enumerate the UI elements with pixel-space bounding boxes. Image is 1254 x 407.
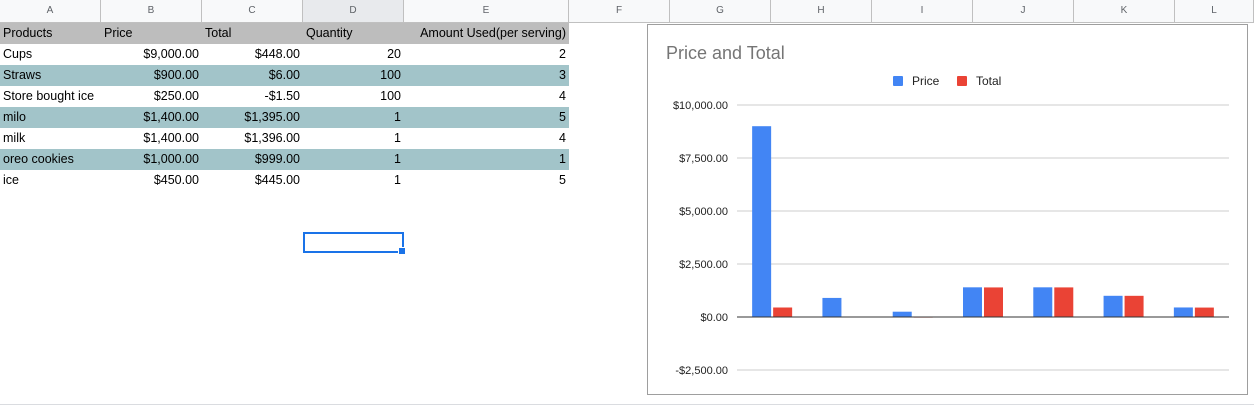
table-cell[interactable]: $1,400.00 bbox=[101, 128, 202, 149]
grid-bottom-line bbox=[0, 404, 1254, 405]
table-cell[interactable]: 3 bbox=[404, 65, 569, 86]
table-cell[interactable]: Cups bbox=[0, 44, 101, 65]
column-header-g[interactable]: G bbox=[670, 0, 771, 22]
table-cell[interactable]: $250.00 bbox=[101, 86, 202, 107]
table-cell[interactable]: 4 bbox=[404, 128, 569, 149]
legend-swatch-total bbox=[957, 76, 967, 86]
table-cell[interactable]: $450.00 bbox=[101, 170, 202, 191]
table-row: Store bought ice $250.00 -$1.50 100 4 bbox=[0, 86, 569, 107]
y-tick-label: $7,500.00 bbox=[679, 153, 728, 165]
table-row: milk $1,400.00 $1,396.00 1 4 bbox=[0, 128, 569, 149]
bar-total bbox=[773, 307, 793, 317]
table-cell[interactable]: 1 bbox=[303, 149, 404, 170]
chart-svg: Price and Total Price Total $10,000.00 $7,50… bbox=[666, 43, 1229, 377]
selected-cell[interactable] bbox=[303, 232, 406, 255]
table-header-row: Products Price Total Quantity Amount Used(pe… bbox=[0, 23, 569, 44]
table-row: Straws $900.00 $6.00 100 3 bbox=[0, 65, 569, 86]
table-cell[interactable]: 4 bbox=[404, 86, 569, 107]
y-tick-label: $10,000.00 bbox=[673, 100, 728, 112]
column-header-b[interactable]: B bbox=[101, 0, 202, 22]
column-header-j[interactable]: J bbox=[973, 0, 1074, 22]
header-cell[interactable]: Products bbox=[0, 23, 101, 44]
table-cell[interactable]: 5 bbox=[404, 107, 569, 128]
bar-price bbox=[963, 287, 982, 317]
table-cell[interactable]: -$1.50 bbox=[202, 86, 303, 107]
table-cell[interactable]: oreo cookies bbox=[0, 149, 101, 170]
table-cell[interactable]: $999.00 bbox=[202, 149, 303, 170]
bar-price bbox=[1033, 287, 1053, 317]
table-cell[interactable]: $900.00 bbox=[101, 65, 202, 86]
column-header-f[interactable]: F bbox=[569, 0, 670, 22]
legend-label-total: Total bbox=[976, 74, 1001, 88]
bar-price bbox=[752, 126, 772, 317]
y-tick-label: $2,500.00 bbox=[679, 259, 728, 271]
table-cell[interactable]: $9,000.00 bbox=[101, 44, 202, 65]
bar-total bbox=[1124, 295, 1144, 317]
header-cell[interactable]: Price bbox=[101, 23, 202, 44]
fill-handle[interactable] bbox=[398, 247, 406, 255]
bar-price bbox=[892, 311, 912, 317]
column-header-i[interactable]: I bbox=[872, 0, 973, 22]
column-header-a[interactable]: A bbox=[0, 0, 101, 22]
table-cell[interactable]: 5 bbox=[404, 170, 569, 191]
chart-container[interactable]: Price and Total Price Total $10,000.00 $7,50… bbox=[647, 24, 1248, 395]
table-cell[interactable]: 1 bbox=[303, 170, 404, 191]
table-cell[interactable]: $448.00 bbox=[202, 44, 303, 65]
table-cell[interactable]: 20 bbox=[303, 44, 404, 65]
bar-price bbox=[822, 297, 842, 317]
table-cell[interactable]: Straws bbox=[0, 65, 101, 86]
column-header-bar: ABCDEFGHIJKL bbox=[0, 0, 1254, 23]
header-cell[interactable]: Amount Used(per serving) bbox=[404, 23, 569, 44]
y-tick-label: $5,000.00 bbox=[679, 206, 728, 218]
column-header-d[interactable]: D bbox=[303, 0, 404, 22]
table-cell[interactable]: 1 bbox=[404, 149, 569, 170]
table-cell[interactable]: Store bought ice bbox=[0, 86, 101, 107]
bar-total bbox=[1054, 287, 1074, 317]
table-cell[interactable]: $445.00 bbox=[202, 170, 303, 191]
table-cell[interactable]: milo bbox=[0, 107, 101, 128]
table-cell[interactable]: ice bbox=[0, 170, 101, 191]
legend-swatch-price bbox=[893, 76, 903, 86]
bar-price bbox=[1103, 295, 1123, 317]
y-tick-label: $0.00 bbox=[700, 312, 728, 324]
column-header-c[interactable]: C bbox=[202, 0, 303, 22]
table-row: ice $450.00 $445.00 1 5 bbox=[0, 170, 569, 191]
column-header-e[interactable]: E bbox=[404, 0, 569, 22]
table-cell[interactable]: $1,396.00 bbox=[202, 128, 303, 149]
column-header-l[interactable]: L bbox=[1175, 0, 1254, 22]
table-cell[interactable]: milk bbox=[0, 128, 101, 149]
y-tick-label: -$2,500.00 bbox=[675, 365, 728, 377]
bar-total bbox=[984, 287, 1003, 317]
table-cell[interactable]: 1 bbox=[303, 107, 404, 128]
table-cell[interactable]: 1 bbox=[303, 128, 404, 149]
table-cell[interactable]: $1,395.00 bbox=[202, 107, 303, 128]
table-row: oreo cookies $1,000.00 $999.00 1 1 bbox=[0, 149, 569, 170]
table-cell[interactable]: $6.00 bbox=[202, 65, 303, 86]
column-header-k[interactable]: K bbox=[1074, 0, 1175, 22]
chart-title: Price and Total bbox=[666, 43, 785, 63]
column-header-h[interactable]: H bbox=[771, 0, 872, 22]
legend-label-price: Price bbox=[912, 74, 940, 88]
table-row: Cups $9,000.00 $448.00 20 2 bbox=[0, 44, 569, 65]
table-cell[interactable]: 2 bbox=[404, 44, 569, 65]
bar-price bbox=[1173, 307, 1193, 317]
table-row: milo $1,400.00 $1,395.00 1 5 bbox=[0, 107, 569, 128]
table-cell[interactable]: 100 bbox=[303, 65, 404, 86]
table-cell[interactable]: 100 bbox=[303, 86, 404, 107]
header-cell[interactable]: Quantity bbox=[303, 23, 404, 44]
table-cell[interactable]: $1,400.00 bbox=[101, 107, 202, 128]
bar-total bbox=[1194, 307, 1214, 317]
header-cell[interactable]: Total bbox=[202, 23, 303, 44]
table-cell[interactable]: $1,000.00 bbox=[101, 149, 202, 170]
